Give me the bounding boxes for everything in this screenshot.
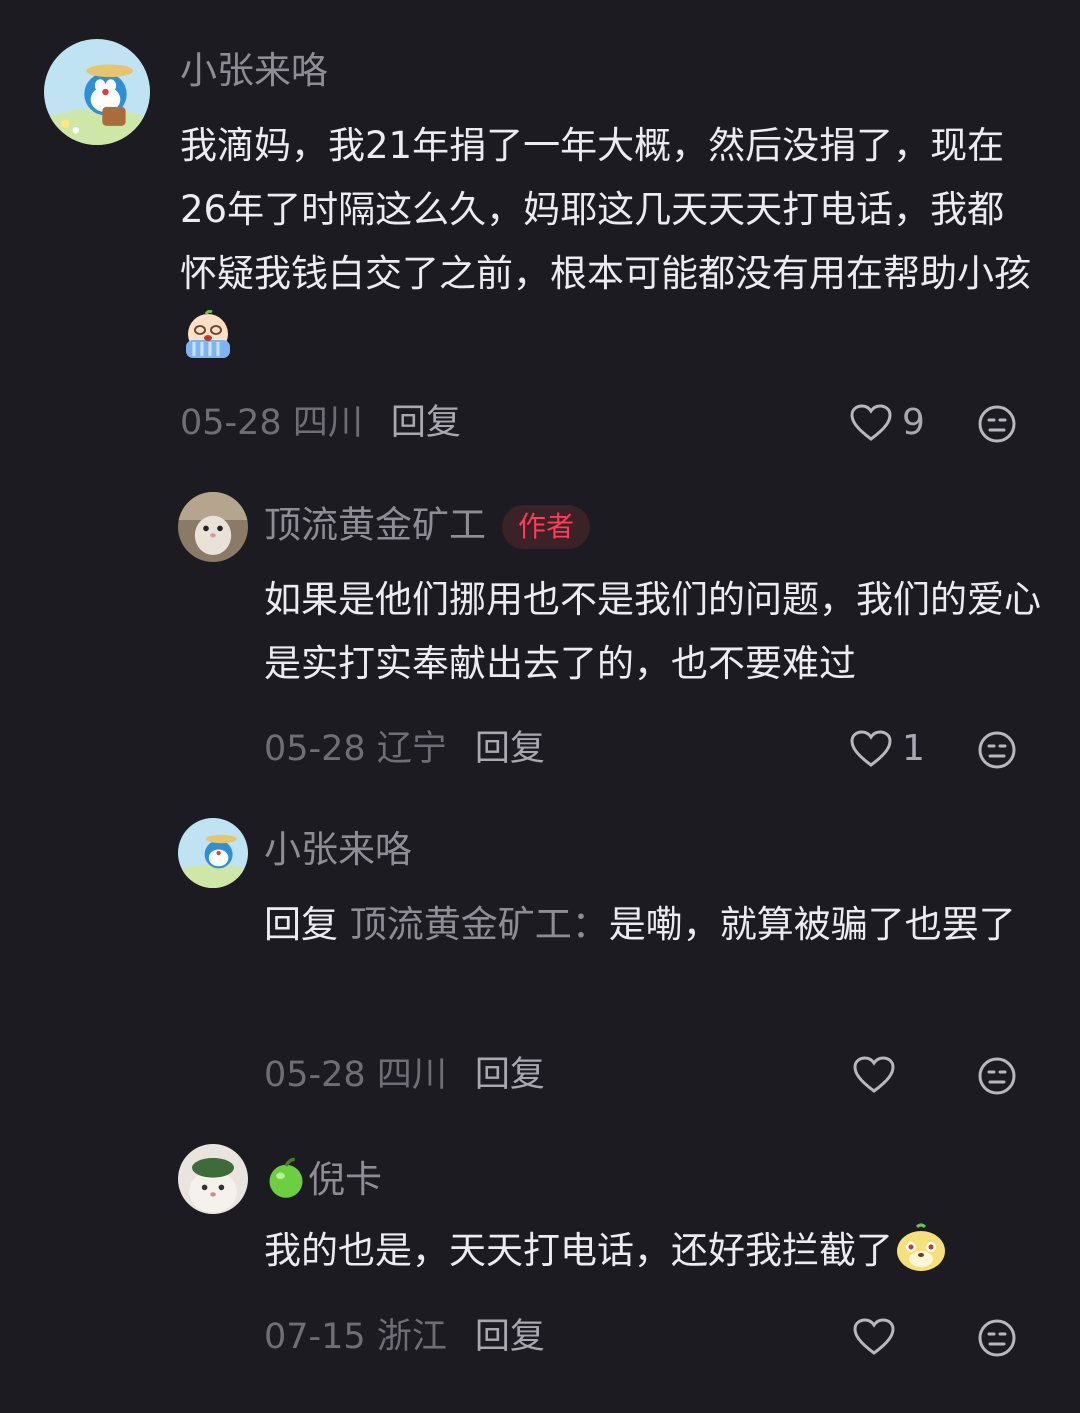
comment-text: 我的也是，天天打电话，还好我拦截了 [264, 1219, 1054, 1283]
like-button[interactable]: 1 [850, 730, 925, 768]
emoji-reaction-icon[interactable] [977, 1056, 1017, 1096]
comment-meta: 07-15 浙江 回复 [264, 1320, 545, 1355]
like-button[interactable] [853, 1318, 895, 1356]
hamster-avatar-icon [178, 492, 248, 562]
heart-icon [853, 1318, 895, 1355]
crying-face-emoji [186, 309, 230, 358]
reply-button[interactable]: 回复 [475, 1055, 545, 1095]
apple-icon [269, 1157, 303, 1198]
reply-button[interactable]: 回复 [475, 729, 545, 769]
cat-avatar-icon [178, 1144, 248, 1214]
user-avatar[interactable] [178, 492, 248, 562]
reply-prefix: 回复 [264, 903, 338, 946]
comment-meta: 05-28 四川 回复 [180, 406, 461, 441]
username: 顶流黄金矿工 作者 [264, 505, 591, 549]
date-location: 05-28 辽宁 [264, 729, 447, 769]
comment-text: 如果是他们挪用也不是我们的问题，我们的爱心是实打实奉献出去了的，也不要难过 [264, 578, 1041, 685]
date-location: 05-28 四川 [180, 403, 363, 443]
like-count: 1 [902, 728, 925, 769]
heart-icon [853, 1056, 895, 1093]
reply-button[interactable]: 回复 [475, 1317, 545, 1357]
emoji-reaction-icon[interactable] [977, 730, 1017, 770]
author-badge: 作者 [502, 505, 591, 549]
username[interactable]: 小张来咯 [180, 52, 328, 89]
date-location: 07-15 浙江 [264, 1317, 447, 1357]
comment-meta: 05-28 辽宁 回复 [264, 732, 545, 767]
doraemon-avatar-icon [178, 818, 248, 888]
username[interactable]: 小张来咯 [264, 831, 412, 868]
date-location: 05-28 四川 [264, 1055, 447, 1095]
heart-icon [850, 404, 892, 441]
heart-icon [850, 730, 892, 767]
reply-target-user[interactable]: 顶流黄金矿工： [350, 903, 609, 946]
reply-button[interactable]: 回复 [391, 403, 461, 443]
username: 倪卡 [264, 1156, 382, 1200]
emoji-reaction-icon[interactable] [977, 1318, 1017, 1358]
doraemon-avatar-icon [44, 39, 150, 145]
comment-text: 我滴妈，我21年捐了一年大概，然后没捐了，现在26年了时隔这么久，妈耶这几天天天… [180, 114, 1040, 370]
user-avatar[interactable] [178, 818, 248, 888]
user-avatar[interactable] [44, 39, 150, 145]
like-count: 9 [902, 402, 925, 443]
like-button[interactable]: 9 [850, 404, 925, 442]
like-button[interactable] [853, 1056, 895, 1094]
smiling-dog-emoji [897, 1223, 945, 1271]
emoji-reaction-icon[interactable] [977, 404, 1017, 444]
comment-meta: 05-28 四川 回复 [264, 1058, 545, 1093]
comment-text: 回复 顶流黄金矿工：是嘞，就算被骗了也罢了 [264, 903, 1016, 946]
user-avatar[interactable] [178, 1144, 248, 1214]
